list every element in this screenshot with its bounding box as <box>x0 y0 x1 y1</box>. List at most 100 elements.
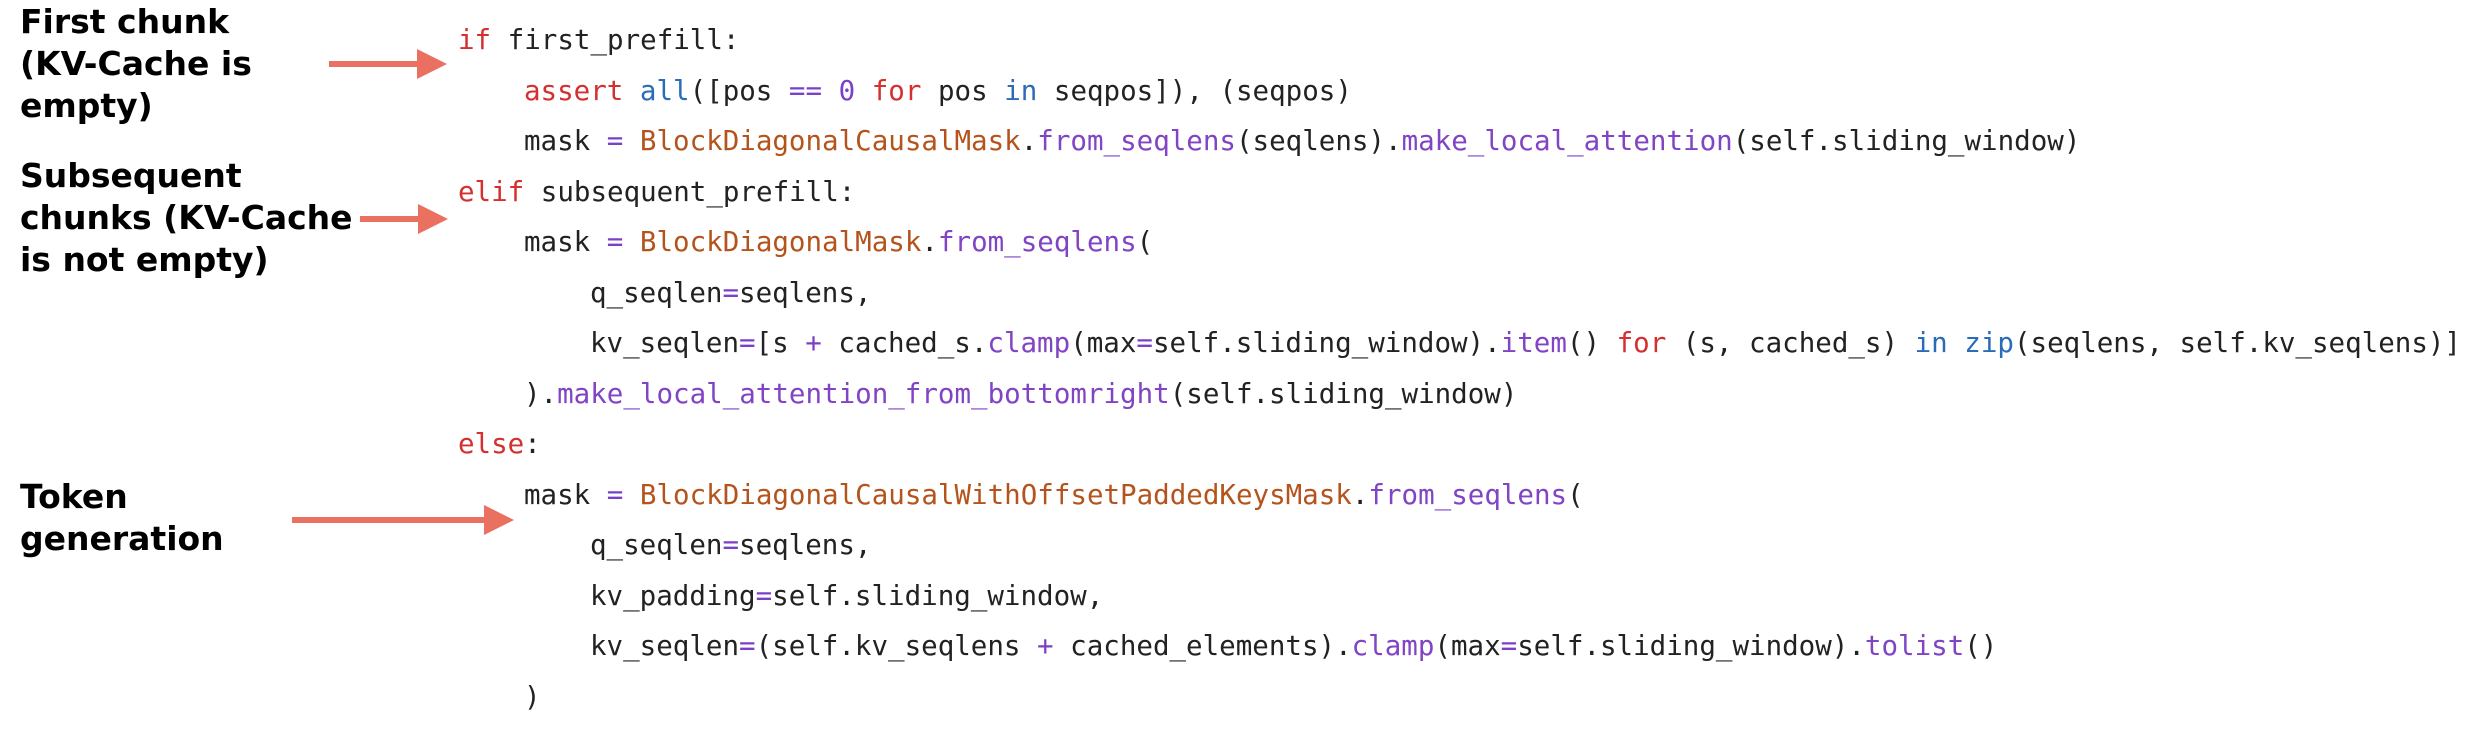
code-line: mask = BlockDiagonalCausalMask.from_seql… <box>524 116 2080 166</box>
code-line: mask = BlockDiagonalMask.from_seqlens( <box>524 217 1153 267</box>
annotation-token-generation: Token generation <box>20 476 224 560</box>
code-line: mask = BlockDiagonalCausalWithOffsetPadd… <box>524 470 1584 520</box>
code-token: mask <box>524 226 607 258</box>
code-token: = <box>606 478 624 511</box>
code-token: zip <box>1964 327 2014 359</box>
annotation-line: Token <box>20 477 128 516</box>
annotation-line: generation <box>20 519 224 558</box>
code-token: make_local_attention_from_bottomright <box>557 377 1170 410</box>
annotation-line: empty) <box>20 86 153 125</box>
annotation-subsequent-chunks: Subsequent chunks (KV-Cache is not empty… <box>20 155 353 281</box>
code-token: 0 <box>838 74 856 107</box>
code-token: : <box>524 428 541 460</box>
annotation-line: (KV-Cache is <box>20 44 252 83</box>
code-token: from_seqlens <box>937 226 1137 258</box>
code-token: . <box>1020 125 1038 157</box>
code-line: kv_padding=self.sliding_window, <box>590 571 1103 621</box>
code-token: = <box>755 579 773 612</box>
code-token: seqpos]), (seqpos) <box>1037 74 1352 107</box>
code-token: else <box>458 428 525 460</box>
code-line: if first_prefill: <box>458 15 739 65</box>
code-token: make_local_attention <box>1401 125 1733 157</box>
code-token: [s <box>755 327 806 359</box>
code-token: for <box>1616 327 1667 359</box>
code-token: first_prefill: <box>491 24 740 56</box>
annotation-line: is not empty) <box>20 240 269 279</box>
code-token: kv_seqlen <box>590 630 740 662</box>
code-token: (max <box>1434 630 1501 662</box>
code-line: ).make_local_attention_from_bottomright(… <box>524 369 1517 419</box>
code-token: in <box>1914 327 1948 359</box>
code-token: seqlens, <box>739 276 872 309</box>
code-token: ( <box>1136 226 1154 258</box>
code-token: (seqlens). <box>1235 125 1402 157</box>
code-token: mask <box>524 125 607 157</box>
code-line: kv_seqlen=(self.kv_seqlens + cached_elem… <box>590 621 1997 671</box>
annotation-line: First chunk <box>20 2 230 41</box>
code-token: ( <box>1567 478 1584 511</box>
code-token: + <box>805 327 822 359</box>
code-token: kv_padding <box>590 579 756 612</box>
code-token: = <box>606 226 624 258</box>
code-token: assert <box>524 74 624 107</box>
code-token: . <box>1351 478 1369 511</box>
code-token: clamp <box>1351 630 1435 662</box>
code-token: = <box>1136 327 1153 359</box>
annotation-first-chunk: First chunk (KV-Cache is empty) <box>20 1 252 127</box>
code-token: q_seqlen <box>590 276 723 309</box>
code-token: tolist <box>1864 630 1965 662</box>
code-token: from_seqlens <box>1037 125 1236 157</box>
code-token: (self.sliding_window) <box>1169 377 1518 410</box>
code-token: ). <box>524 377 558 410</box>
code-token: elif <box>458 175 525 208</box>
code-token: = <box>722 276 740 309</box>
code-token: clamp <box>987 327 1071 359</box>
code-token: = <box>739 630 756 662</box>
annotation-line: chunks (KV-Cache <box>20 198 353 237</box>
code-line: elif subsequent_prefill: <box>458 167 855 217</box>
code-token: = <box>606 125 624 157</box>
code-token: from_seqlens <box>1368 478 1568 511</box>
code-token: (seqlens, self.kv_seqlens)] <box>2013 327 2461 359</box>
code-token: seqlens, <box>739 529 872 561</box>
code-token: + <box>1037 630 1054 662</box>
arrow-subsequent-chunks <box>360 204 448 234</box>
code-token: ([pos <box>689 74 789 107</box>
code-token: item <box>1500 327 1567 359</box>
arrow-token-generation <box>292 505 514 535</box>
annotation-line: Subsequent <box>20 156 242 195</box>
code-token: (max <box>1070 327 1137 359</box>
code-token: self.sliding_window, <box>772 579 1104 612</box>
code-line: assert all([pos == 0 for pos in seqpos])… <box>524 66 1352 116</box>
code-token: = <box>739 327 756 359</box>
code-token: == <box>788 74 823 107</box>
code-token: in <box>1004 74 1038 107</box>
code-token: . <box>921 226 938 258</box>
code-line: kv_seqlen=[s + cached_s.clamp(max=self.s… <box>590 318 2461 368</box>
code-token: self.sliding_window). <box>1152 327 1501 359</box>
code-token: all <box>639 74 690 107</box>
code-token: = <box>722 529 740 561</box>
code-token: subsequent_prefill: <box>524 175 856 208</box>
code-token: kv_seqlen <box>590 327 740 359</box>
code-token: () <box>1964 630 1998 662</box>
code-line: q_seqlen=seqlens, <box>590 520 871 570</box>
code-token: pos <box>921 74 1005 107</box>
code-token: self.sliding_window). <box>1517 630 1865 662</box>
code-token: cached_s. <box>821 327 988 359</box>
code-token: BlockDiagonalCausalMask <box>639 125 1021 157</box>
code-token: ) <box>524 680 541 713</box>
code-token: BlockDiagonalMask <box>639 226 922 258</box>
code-token: () <box>1566 327 1617 359</box>
code-line: else: <box>458 419 541 469</box>
code-token: for <box>871 74 922 107</box>
code-token: q_seqlen <box>590 529 723 561</box>
arrow-first-chunk <box>329 49 447 79</box>
